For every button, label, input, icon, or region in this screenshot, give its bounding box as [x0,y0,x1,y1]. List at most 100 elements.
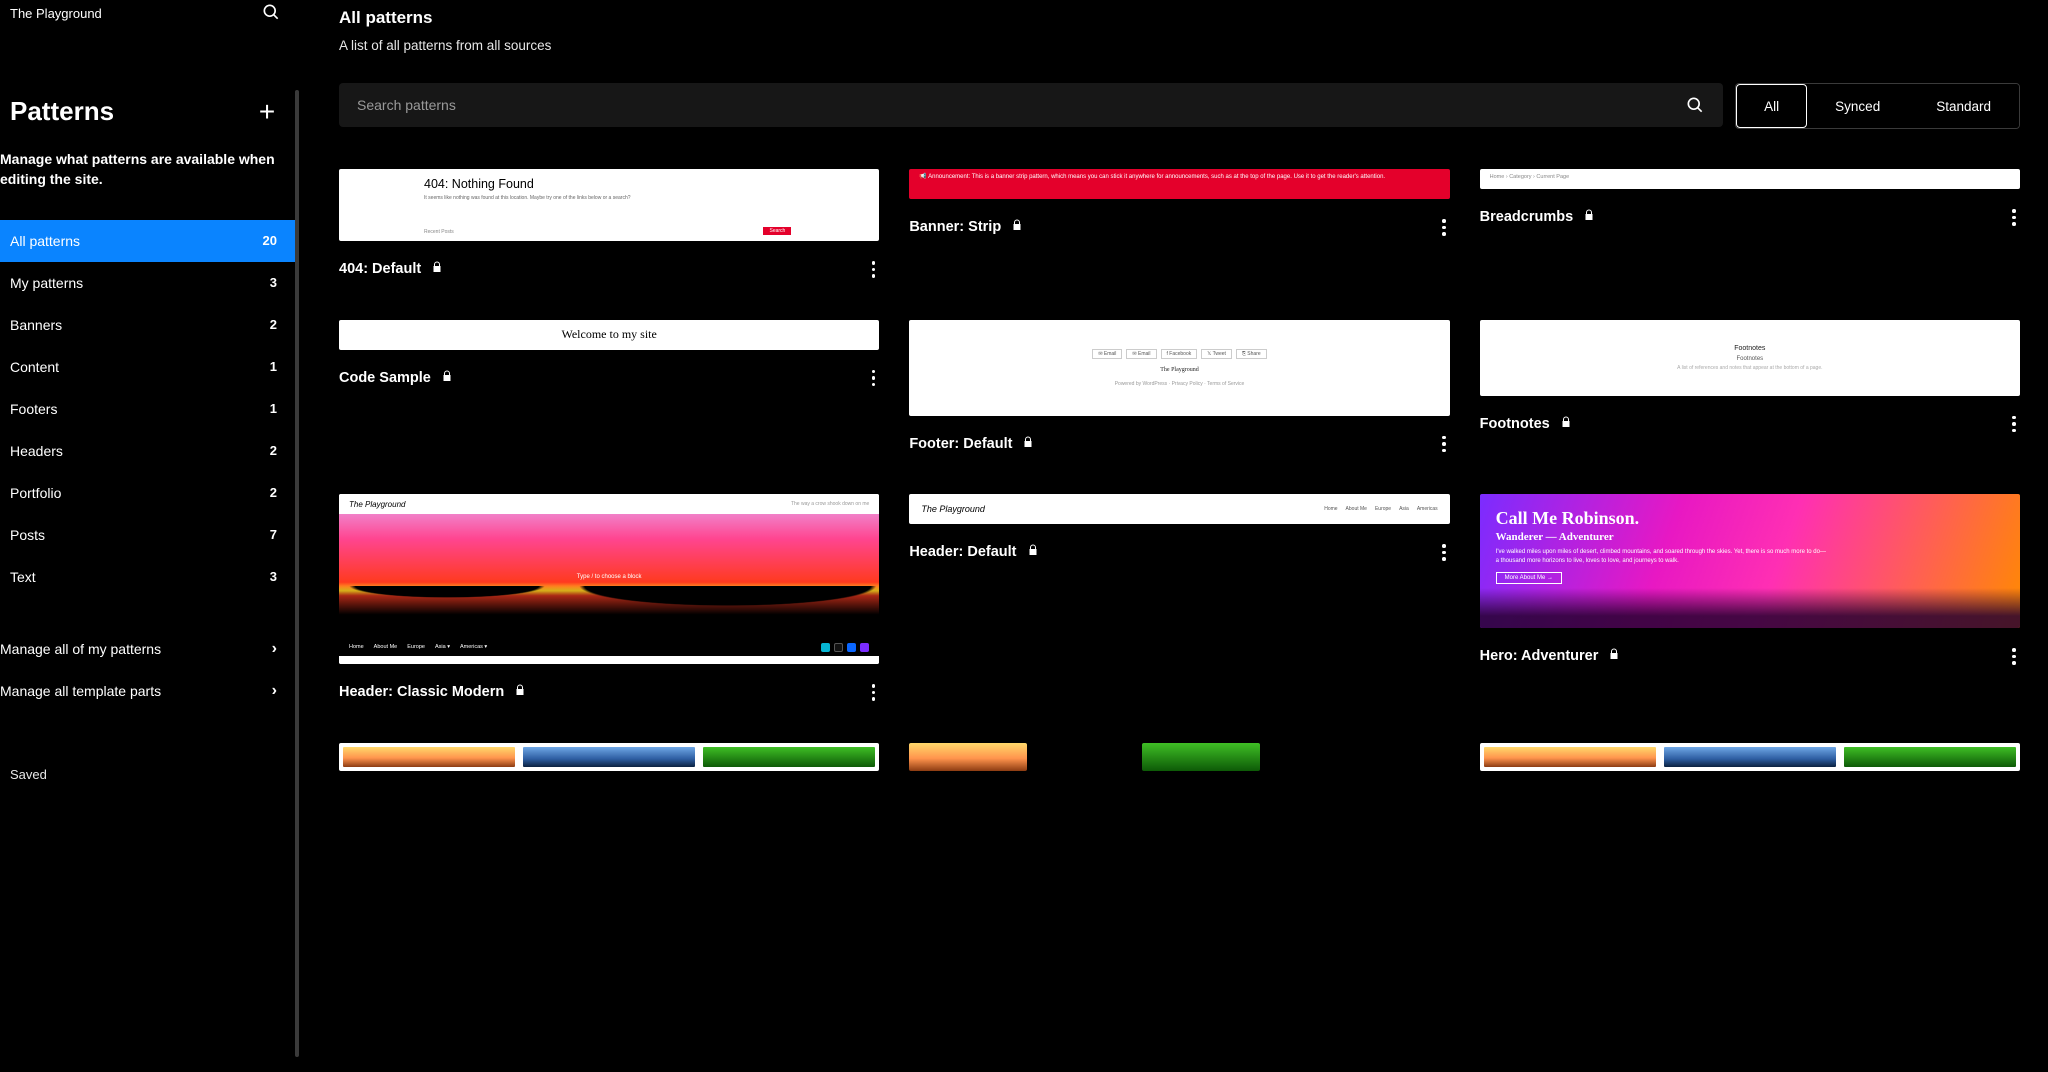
page-subtitle: A list of all patterns from all sources [339,38,2020,53]
pattern-thumbnail[interactable]: 📢 Announcement: This is a banner strip p… [909,169,1449,199]
lock-icon [514,684,526,700]
sync-filter-segmented: All Synced Standard [1735,83,2020,129]
pattern-thumbnail[interactable]: The Playground The way a crow shook down… [339,494,879,664]
pattern-thumbnail[interactable]: Footnotes Footnotes A list of references… [1480,320,2020,396]
pattern-thumbnail[interactable]: Home › Category › Current Page [1480,169,2020,189]
pattern-actions-button[interactable] [2008,412,2020,437]
pattern-thumbnail[interactable]: Call Me Robinson. Wanderer — Adventurer … [1480,494,2020,628]
sidebar-item-count: 3 [270,569,277,584]
sidebar-scrollbar[interactable] [295,90,299,1057]
pattern-actions-button[interactable] [2008,205,2020,230]
sidebar-item-label: Footers [10,401,57,417]
pattern-title: Code Sample [339,370,431,386]
sidebar-item-label: My patterns [10,275,83,291]
pattern-thumbnail[interactable]: The Playground Home About Me Europe Asia… [909,494,1449,524]
pattern-thumbnail[interactable]: Welcome to my site [339,320,879,350]
pattern-actions-button[interactable] [2008,644,2020,669]
sidebar-category-list: All patterns 20 My patterns 3 Banners 2 … [0,220,299,598]
sidebar-item-label: Banners [10,317,62,333]
pattern-card: The Playground Home About Me Europe Asia… [909,494,1449,705]
sidebar-item-count: 1 [270,359,277,374]
sidebar-item-label: Content [10,359,59,375]
pattern-thumbnail[interactable]: ✉ Email ✉ Email f Facebook 𝕏 Tweet ⎘ Sha… [909,320,1449,416]
pattern-thumbnail[interactable] [1480,743,2020,771]
pattern-title: Footnotes [1480,416,1550,432]
sidebar-item-headers[interactable]: Headers 2 [0,430,299,472]
sidebar-item-banners[interactable]: Banners 2 [0,304,299,346]
sidebar-item-count: 20 [263,233,277,248]
pattern-actions-button[interactable] [868,680,880,705]
sidebar-manage-section: Manage all of my patterns › Manage all t… [0,628,299,712]
add-pattern-button[interactable]: + [253,98,281,126]
chevron-right-icon: › [272,682,277,700]
sidebar-item-text[interactable]: Text 3 [0,556,299,598]
pattern-card: 📢 Announcement: This is a banner strip p… [909,169,1449,282]
pattern-card: Call Me Robinson. Wanderer — Adventurer … [1480,494,2020,705]
pattern-actions-button[interactable] [1438,432,1450,457]
sidebar-item-label: Posts [10,527,45,543]
pattern-actions-button[interactable] [1438,540,1450,565]
sidebar-item-footers[interactable]: Footers 1 [0,388,299,430]
sidebar: The Playground Patterns + Manage what pa… [0,0,299,1072]
sidebar-heading: Patterns [10,96,114,127]
save-status: Saved [0,767,299,782]
pattern-card: Home › Category › Current Page Breadcrum… [1480,169,2020,282]
chevron-right-icon: › [272,640,277,658]
sidebar-item-content[interactable]: Content 1 [0,346,299,388]
pattern-card [339,743,879,771]
manage-template-parts-link[interactable]: Manage all template parts › [0,670,299,712]
filter-synced-button[interactable]: Synced [1807,84,1908,128]
filter-standard-button[interactable]: Standard [1908,84,2019,128]
sidebar-item-portfolio[interactable]: Portfolio 2 [0,472,299,514]
sidebar-item-posts[interactable]: Posts 7 [0,514,299,556]
pattern-title: Breadcrumbs [1480,209,1573,225]
lock-icon [1560,416,1572,432]
lock-icon [1583,209,1595,225]
sidebar-item-label: All patterns [10,233,80,249]
pattern-actions-button[interactable] [868,366,880,391]
pattern-title: Header: Classic Modern [339,684,504,700]
lock-icon [1608,648,1620,664]
search-input[interactable] [357,97,1685,113]
sidebar-item-count: 7 [270,527,277,542]
sidebar-item-count: 2 [270,317,277,332]
pattern-card: 404: Nothing Found It seems like nothing… [339,169,879,282]
pattern-card: The Playground The way a crow shook down… [339,494,879,705]
pattern-actions-button[interactable] [1438,215,1450,240]
sidebar-item-count: 2 [270,443,277,458]
toolbar: All Synced Standard [339,83,2020,129]
patterns-grid: 404: Nothing Found It seems like nothing… [339,169,2020,811]
pattern-card [1480,743,2020,771]
manage-row-label: Manage all template parts [0,683,161,699]
pattern-thumbnail[interactable] [1142,743,1260,771]
pattern-title: Hero: Adventurer [1480,648,1599,664]
main-header: All patterns A list of all patterns from… [339,0,2020,53]
manage-my-patterns-link[interactable]: Manage all of my patterns › [0,628,299,670]
lock-icon [441,370,453,386]
pattern-thumbnail[interactable] [339,743,879,771]
pattern-card: ✉ Email ✉ Email f Facebook 𝕏 Tweet ⎘ Sha… [909,320,1449,457]
page-title: All patterns [339,8,2020,28]
search-icon [261,2,281,22]
pattern-title: 404: Default [339,261,421,277]
sidebar-search-button[interactable] [261,2,281,25]
sidebar-item-label: Portfolio [10,485,61,501]
pattern-actions-button[interactable] [868,257,880,282]
sidebar-item-count: 3 [270,275,277,290]
manage-row-label: Manage all of my patterns [0,641,161,657]
pattern-thumbnail[interactable]: 404: Nothing Found It seems like nothing… [339,169,879,241]
pattern-title: Footer: Default [909,436,1012,452]
search-icon [1685,95,1705,115]
sidebar-item-all-patterns[interactable]: All patterns 20 [0,220,299,262]
sidebar-item-label: Headers [10,443,63,459]
site-title: The Playground [10,6,102,21]
sidebar-item-count: 1 [270,401,277,416]
search-field-wrap[interactable] [339,83,1723,127]
pattern-card [909,743,1449,771]
filter-all-button[interactable]: All [1736,84,1807,128]
sidebar-item-my-patterns[interactable]: My patterns 3 [0,262,299,304]
sidebar-item-label: Text [10,569,36,585]
pattern-thumbnail[interactable] [909,743,1027,771]
pattern-title: Banner: Strip [909,219,1001,235]
lock-icon [1022,436,1034,452]
